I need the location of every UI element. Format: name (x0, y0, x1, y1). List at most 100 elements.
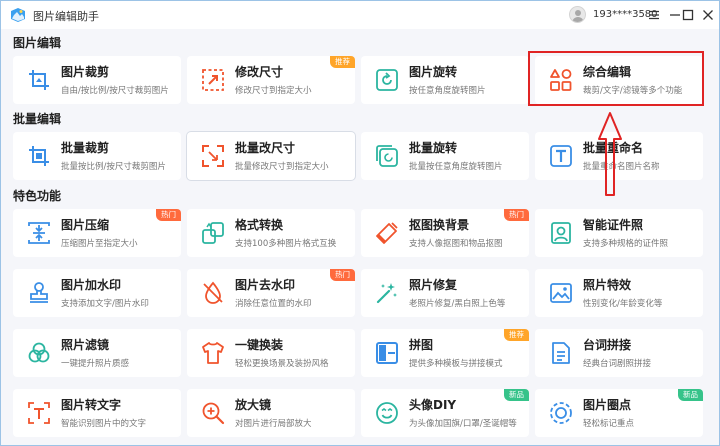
expand-icon (202, 145, 224, 167)
id-photo-icon (551, 222, 571, 244)
maximize-icon[interactable] (679, 6, 697, 24)
hot-badge: 热门 (156, 209, 181, 221)
batch-rotate-icon (376, 145, 398, 167)
card-title: 台词拼接 (583, 338, 632, 352)
close-icon[interactable] (699, 6, 717, 24)
menu-icon[interactable] (645, 6, 663, 24)
card-avatar-diy[interactable]: 头像DIY 为头像加国旗/口罩/圣诞帽等 新品 (361, 389, 529, 437)
app-title: 图片编辑助手 (33, 10, 99, 23)
card-title: 图片加水印 (61, 278, 122, 292)
collage-icon (376, 342, 398, 364)
stamp-icon (30, 282, 48, 303)
card-title: 图片圈点 (583, 398, 632, 412)
card-magnifier[interactable]: 放大镜 对图片进行局部放大 (187, 389, 355, 437)
card-cutout[interactable]: 抠图换背景 支持人像抠图和物品抠图 热门 (361, 209, 529, 257)
compress-icon (28, 222, 50, 244)
card-desc: 支持100多种图片格式互换 (235, 239, 337, 249)
card-remove-watermark[interactable]: 图片去水印 消除任意位置的水印 热门 (187, 269, 355, 317)
card-desc: 为头像加国旗/口罩/圣诞帽等 (409, 419, 517, 429)
card-desc: 轻松更换场景及装扮风格 (235, 359, 329, 369)
card-title: 图片旋转 (409, 65, 458, 79)
card-collage[interactable]: 拼图 提供多种模板与拼接模式 推荐 (361, 329, 529, 377)
card-desc: 经典台词剧照拼接 (583, 359, 652, 369)
card-caption-stitch[interactable]: 台词拼接 经典台词剧照拼接 (535, 329, 703, 377)
card-desc: 支持人像抠图和物品抠图 (409, 239, 503, 249)
app-window: 图片编辑助手 193****3580 图片编辑 批量编辑 特色功能 图片裁剪 自… (0, 0, 720, 446)
filter-icon (28, 342, 50, 363)
card-title: 放大镜 (235, 398, 272, 412)
card-compress[interactable]: 图片压缩 压缩图片至指定大小 热门 (13, 209, 181, 257)
section-title-edit: 图片编辑 (13, 36, 62, 50)
hot-badge: 热门 (504, 209, 529, 221)
cutout-icon (376, 222, 398, 244)
resize-icon (202, 69, 224, 91)
recommend-badge: 推荐 (330, 56, 355, 68)
convert-icon (202, 222, 224, 244)
card-repair[interactable]: 照片修复 老照片修复/黑白照上色等 (361, 269, 529, 317)
document-icon (552, 342, 570, 364)
shirt-icon (202, 342, 224, 364)
card-desc: 对图片进行局部放大 (235, 419, 312, 429)
batch-crop-icon (29, 146, 49, 166)
new-badge: 新品 (504, 389, 529, 401)
ocr-icon (28, 402, 50, 424)
card-outfit[interactable]: 一键换装 轻松更换场景及装扮风格 (187, 329, 355, 377)
card-batch-resize[interactable]: 批量改尺寸 批量修改尺寸到指定大小 (187, 132, 355, 180)
card-title: 照片特效 (583, 278, 632, 292)
card-crop[interactable]: 图片裁剪 自由/按比例/按尺寸裁剪图片 (13, 56, 181, 104)
card-desc: 智能识别图片中的文字 (61, 419, 147, 429)
card-annotate[interactable]: 图片圈点 轻松标记重点 新品 (535, 389, 703, 437)
card-title: 图片压缩 (61, 218, 110, 232)
card-title: 批量裁剪 (61, 141, 110, 155)
card-resize[interactable]: 修改尺寸 修改尺寸到指定大小 推荐 (187, 56, 355, 104)
card-desc: 自由/按比例/按尺寸裁剪图片 (61, 86, 169, 96)
title-bar: 图片编辑助手 193****3580 (1, 1, 719, 29)
card-batch-crop[interactable]: 批量裁剪 批量按比例/按尺寸裁剪图片 (13, 132, 181, 180)
new-badge: 新品 (678, 389, 703, 401)
card-title: 修改尺寸 (235, 65, 284, 79)
card-desc: 提供多种模板与拼接模式 (409, 359, 503, 369)
card-title: 头像DIY (409, 398, 457, 412)
card-add-watermark[interactable]: 图片加水印 支持添加文字/图片水印 (13, 269, 181, 317)
card-title: 格式转换 (235, 218, 284, 232)
card-desc: 轻松标记重点 (583, 419, 635, 429)
card-convert[interactable]: 格式转换 支持100多种图片格式互换 (187, 209, 355, 257)
card-title: 图片转文字 (61, 398, 122, 412)
card-title: 智能证件照 (583, 218, 644, 232)
card-desc: 消除任意位置的水印 (235, 299, 312, 309)
card-title: 一键换装 (235, 338, 284, 352)
arrow-up-icon (598, 112, 622, 196)
crop-icon (29, 70, 49, 90)
card-desc: 批量按任意角度旋转图片 (409, 162, 503, 172)
avatar[interactable] (569, 6, 586, 23)
card-title: 图片裁剪 (61, 65, 110, 79)
app-logo-icon (11, 8, 25, 22)
card-idphoto[interactable]: 智能证件照 支持多种规格的证件照 (535, 209, 703, 257)
rename-icon (550, 145, 572, 167)
card-batch-rotate[interactable]: 批量旋转 批量按任意角度旋转图片 (361, 132, 529, 180)
rotate-icon (376, 69, 398, 91)
card-title: 批量改尺寸 (235, 141, 296, 155)
card-ocr[interactable]: 图片转文字 智能识别图片中的文字 (13, 389, 181, 437)
card-title: 抠图换背景 (409, 218, 470, 232)
card-title: 拼图 (409, 338, 434, 352)
card-title: 批量旋转 (409, 141, 458, 155)
card-title: 图片去水印 (235, 278, 296, 292)
highlight-box (528, 51, 704, 106)
card-rotate[interactable]: 图片旋转 按任意角度旋转图片 (361, 56, 529, 104)
card-desc: 修改尺寸到指定大小 (235, 86, 312, 96)
image-icon (550, 283, 572, 303)
card-title: 照片滤镜 (61, 338, 110, 352)
smile-icon (376, 402, 398, 424)
card-filter[interactable]: 照片滤镜 一键提升照片质感 (13, 329, 181, 377)
card-desc: 批量修改尺寸到指定大小 (235, 162, 329, 172)
card-desc: 按任意角度旋转图片 (409, 86, 486, 96)
card-effects[interactable]: 照片特效 性别变化/年龄变化等 (535, 269, 703, 317)
section-title-features: 特色功能 (13, 189, 62, 203)
card-title: 照片修复 (409, 278, 458, 292)
magic-wand-icon (376, 283, 397, 304)
card-desc: 压缩图片至指定大小 (61, 239, 138, 249)
section-title-batch: 批量编辑 (13, 112, 62, 126)
card-desc: 性别变化/年龄变化等 (583, 299, 663, 309)
card-desc: 老照片修复/黑白照上色等 (409, 299, 506, 309)
